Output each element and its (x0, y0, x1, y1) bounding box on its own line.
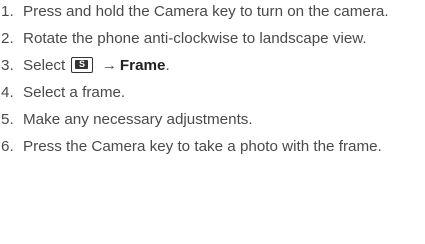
step-number: 2. (1, 30, 14, 47)
camera-settings-s-icon: S (71, 57, 94, 73)
arrow-icon: → (101, 57, 117, 74)
step-text: Select S → Frame. (23, 56, 418, 75)
step-1: 1. Press and hold the Camera key to turn… (0, 2, 425, 21)
step-text: Press the Camera key to take a photo wit… (23, 138, 382, 155)
step-number: 1. (1, 3, 14, 20)
frame-option-label: Frame (119, 57, 166, 74)
step-number: 4. (1, 84, 14, 101)
step-text: Make any necessary adjustments. (23, 111, 253, 128)
step-text: Select a frame. (23, 84, 126, 101)
instruction-list: 1. Press and hold the Camera key to turn… (0, 0, 425, 156)
step-3-period: . (165, 57, 170, 74)
select-text: Select (23, 57, 66, 74)
step-text: Rotate the phone anti-clockwise to lands… (23, 30, 367, 47)
icon-letter: S (78, 59, 85, 69)
step-number: 3. (1, 57, 14, 74)
step-number: 6. (1, 138, 14, 155)
step-text: Press and hold the Camera key to turn on… (23, 3, 389, 20)
step-4: 4. Select a frame. (0, 83, 425, 102)
step-5: 5. Make any necessary adjustments. (0, 110, 425, 129)
step-2: 2. Rotate the phone anti-clockwise to la… (0, 29, 425, 48)
step-3: 3. Select S → Frame. (0, 56, 425, 75)
step-number: 5. (1, 111, 14, 128)
step-6: 6. Press the Camera key to take a photo … (0, 137, 425, 156)
